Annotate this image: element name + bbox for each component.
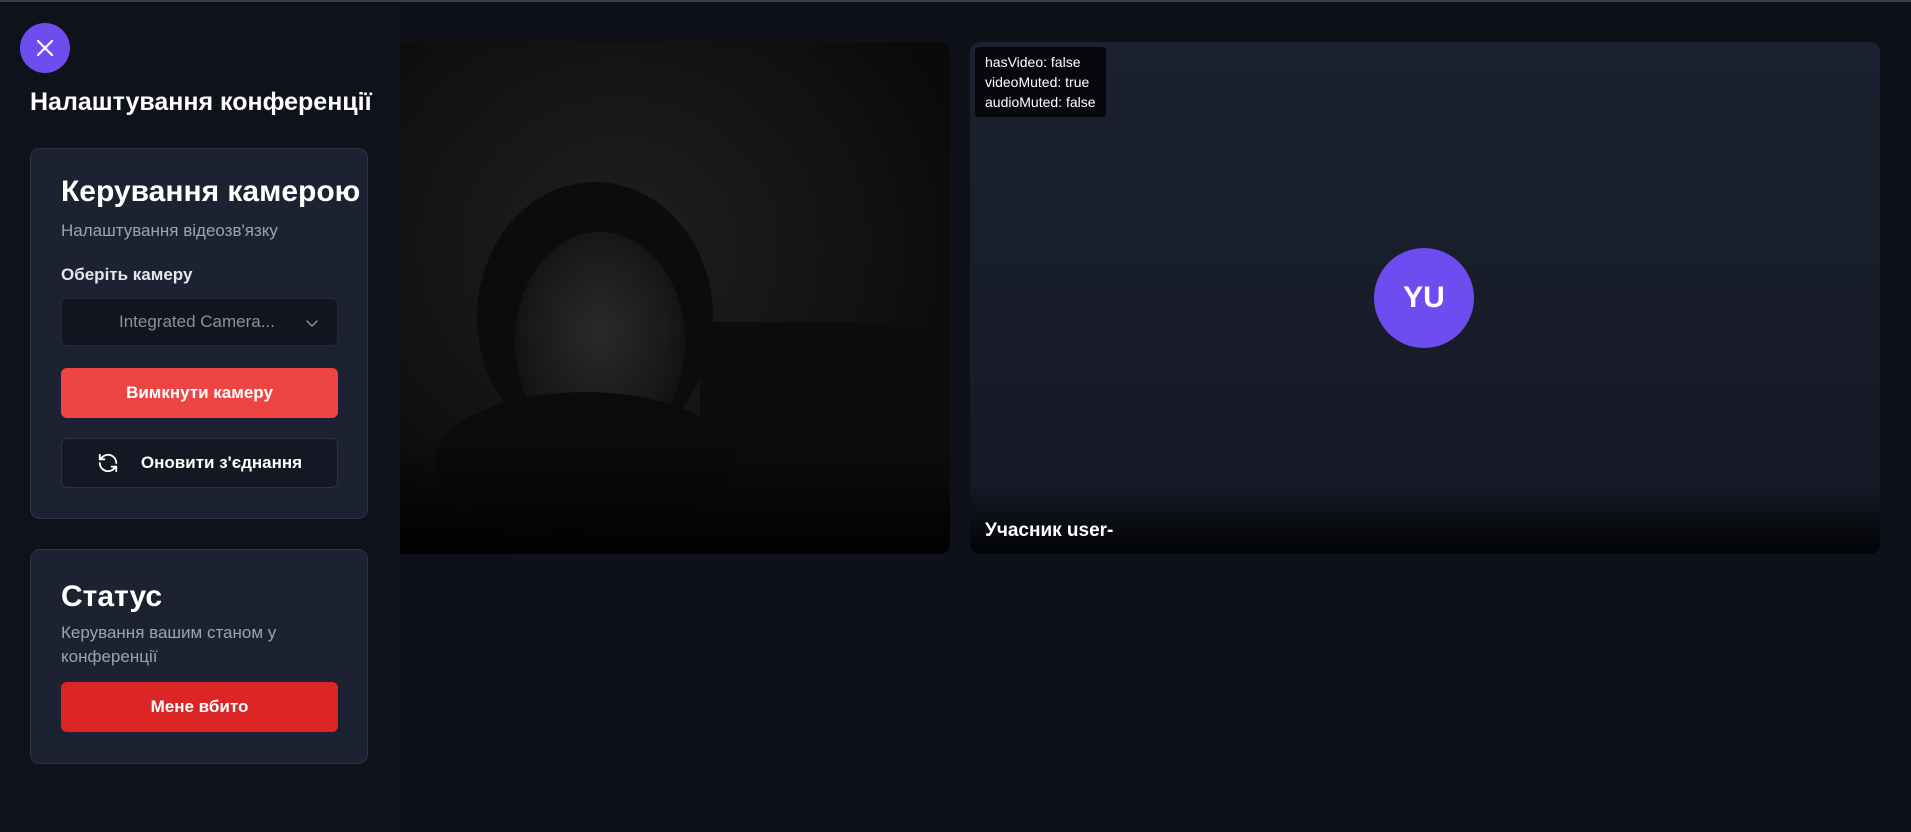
chevron-down-icon bbox=[306, 320, 318, 327]
camera-select[interactable]: Integrated Camera... bbox=[61, 298, 338, 346]
debug-audio-muted: audioMuted: false bbox=[985, 94, 1096, 110]
disable-camera-button[interactable]: Вимкнути камеру bbox=[61, 368, 338, 418]
debug-video-muted: videoMuted: true bbox=[985, 74, 1090, 90]
status-card-subtitle: Керування вашим станом у конференції bbox=[61, 623, 277, 666]
status-card-title: Статус bbox=[61, 580, 163, 613]
avatar: YU bbox=[1374, 248, 1474, 348]
status-card: Статус Керування вашим станом у конферен… bbox=[30, 549, 368, 764]
camera-select-value: Integrated Camera... bbox=[119, 312, 275, 331]
camera-card-title: Керування камерою bbox=[61, 175, 361, 208]
participant-name-bar: Учасник user- bbox=[970, 484, 1880, 554]
debug-overlay: hasVideo: false videoMuted: true audioMu… bbox=[975, 47, 1106, 117]
refresh-connection-label: Оновити з'єднання bbox=[140, 453, 303, 472]
settings-sidebar: Налаштування конференції Керування камер… bbox=[0, 2, 400, 832]
local-video-tile bbox=[400, 42, 950, 554]
debug-has-video: hasVideo: false bbox=[985, 54, 1081, 70]
participant-name: Учасник user- bbox=[985, 520, 1114, 541]
close-icon bbox=[36, 39, 54, 57]
refresh-icon bbox=[97, 452, 119, 474]
close-button[interactable] bbox=[20, 23, 70, 73]
camera-card-subtitle: Налаштування відеозв'язку bbox=[61, 221, 278, 240]
camera-select-label: Оберіть камеру bbox=[61, 265, 193, 284]
refresh-connection-button[interactable]: Оновити з'єднання bbox=[61, 438, 338, 488]
remote-participant-tile: hasVideo: false videoMuted: true audioMu… bbox=[970, 42, 1880, 554]
killed-button[interactable]: Мене вбито bbox=[61, 682, 338, 732]
sidebar-title: Налаштування конференції bbox=[30, 88, 372, 116]
camera-control-card: Керування камерою Налаштування відеозв'я… bbox=[30, 148, 368, 519]
local-video-feed bbox=[400, 182, 950, 554]
video-grid: hasVideo: false videoMuted: true audioMu… bbox=[400, 2, 1911, 832]
